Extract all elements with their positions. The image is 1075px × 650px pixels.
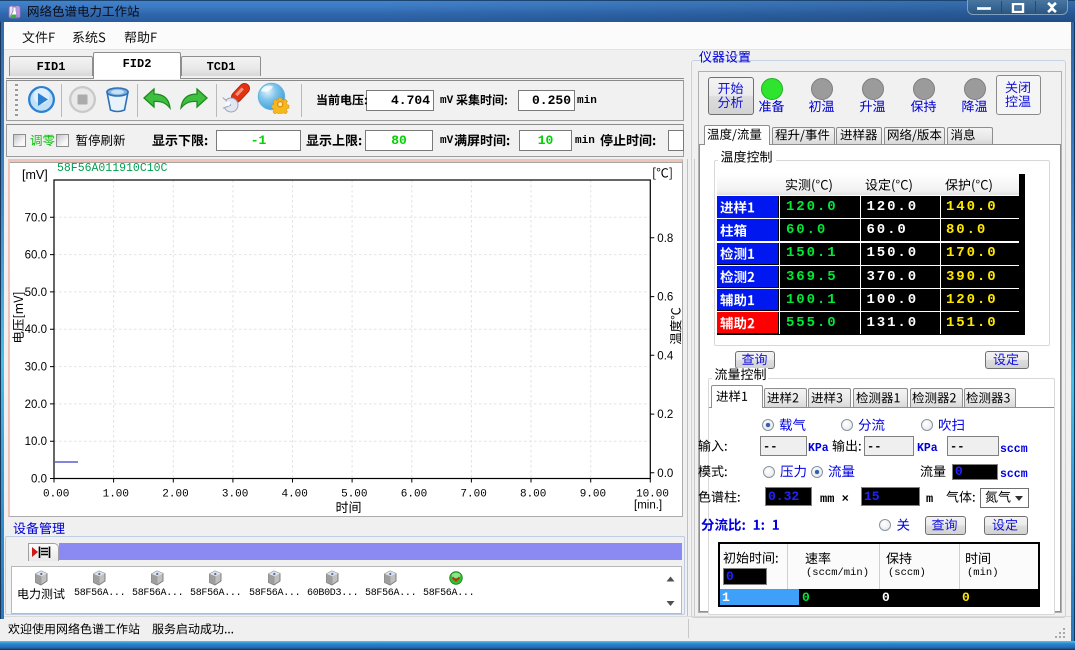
svg-text:0.0: 0.0 [31,474,47,486]
svg-text:6.00: 6.00 [401,489,427,501]
svg-text:1.00: 1.00 [103,489,129,501]
svg-text:30.0: 30.0 [25,362,47,374]
svg-text:70.0: 70.0 [25,212,47,224]
svg-text:40.0: 40.0 [25,324,47,336]
svg-text:[mV]: [mV] [22,168,48,182]
svg-text:0.8: 0.8 [657,233,673,245]
svg-text:9.00: 9.00 [580,489,606,501]
svg-text:3.00: 3.00 [222,489,248,501]
svg-text:7.00: 7.00 [460,489,486,501]
svg-text:58F56A011910C10C: 58F56A011910C10C [57,162,168,175]
svg-text:20.0: 20.0 [25,399,47,411]
svg-text:60.0: 60.0 [25,250,47,262]
svg-text:50.0: 50.0 [25,287,47,299]
svg-text:0.0: 0.0 [657,468,673,480]
svg-text:8.00: 8.00 [520,489,546,501]
svg-text:[min.]: [min.] [634,500,662,512]
svg-text:0.2: 0.2 [657,409,673,421]
svg-text:2.00: 2.00 [162,489,188,501]
svg-text:10.0: 10.0 [25,436,47,448]
svg-text:0.00: 0.00 [43,489,69,501]
svg-text:0.4: 0.4 [657,350,674,362]
svg-text:5.00: 5.00 [341,489,367,501]
svg-text:0.6: 0.6 [657,292,673,304]
svg-text:4.00: 4.00 [281,489,307,501]
